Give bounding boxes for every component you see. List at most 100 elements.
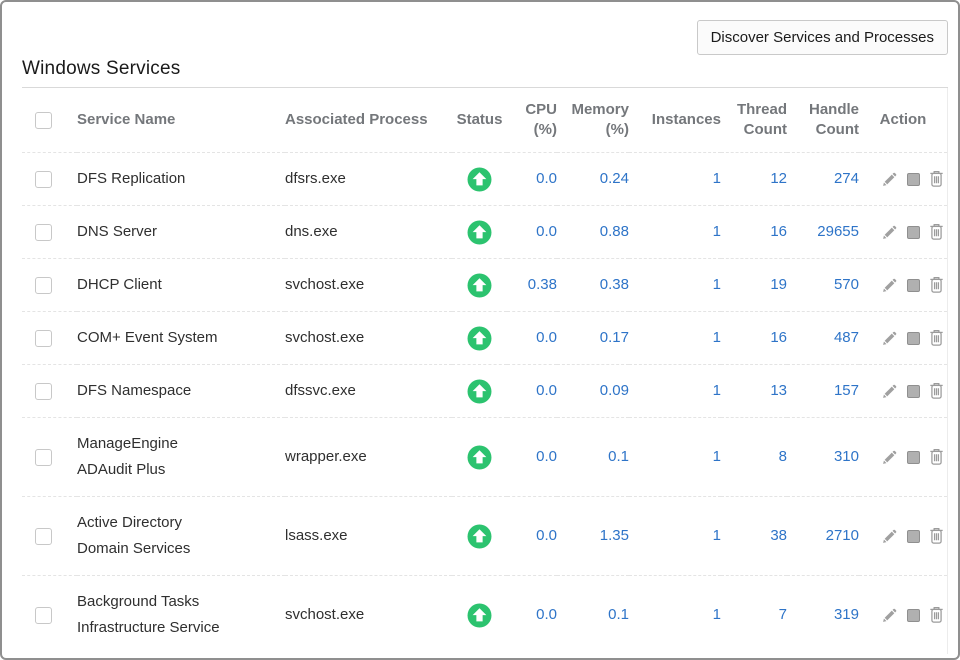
instances-cell[interactable]: 1: [629, 153, 721, 206]
cpu-cell[interactable]: 0.0: [507, 576, 557, 655]
delete-trash-icon[interactable]: [929, 223, 944, 241]
delete-trash-icon[interactable]: [929, 170, 944, 188]
handle-count-cell[interactable]: 310: [787, 418, 859, 497]
action-cell: [859, 312, 948, 365]
col-header-service-name: Service Name: [77, 88, 285, 153]
status-up-arrow-icon: [467, 603, 492, 628]
services-table: Service Name Associated Process Status C…: [22, 88, 948, 654]
discover-services-button[interactable]: Discover Services and Processes: [697, 20, 948, 55]
status-cell: [452, 418, 507, 497]
row-checkbox[interactable]: [35, 528, 52, 545]
cpu-cell[interactable]: 0.0: [507, 418, 557, 497]
cpu-cell[interactable]: 0.0: [507, 312, 557, 365]
edit-pencil-icon[interactable]: [881, 171, 898, 188]
edit-pencil-icon[interactable]: [881, 277, 898, 294]
memory-cell[interactable]: 0.88: [557, 206, 629, 259]
stop-square-icon[interactable]: [907, 385, 920, 398]
thread-count-cell[interactable]: 19: [721, 259, 787, 312]
handle-count-cell[interactable]: 487: [787, 312, 859, 365]
col-header-instances: Instances: [629, 88, 721, 153]
memory-cell[interactable]: 0.1: [557, 576, 629, 655]
service-name-cell: Background Tasks Infrastructure Service: [77, 576, 285, 655]
action-cell: [859, 497, 948, 576]
service-name-cell: COM+ Event System: [77, 312, 285, 365]
thread-count-cell[interactable]: 7: [721, 576, 787, 655]
handle-count-cell[interactable]: 29655: [787, 206, 859, 259]
cpu-cell[interactable]: 0.0: [507, 153, 557, 206]
edit-pencil-icon[interactable]: [881, 383, 898, 400]
status-cell: [452, 497, 507, 576]
thread-count-cell[interactable]: 38: [721, 497, 787, 576]
memory-cell[interactable]: 0.24: [557, 153, 629, 206]
associated-process-cell: lsass.exe: [285, 497, 452, 576]
status-up-arrow-icon: [467, 167, 492, 192]
cpu-cell[interactable]: 0.38: [507, 259, 557, 312]
row-checkbox[interactable]: [35, 330, 52, 347]
delete-trash-icon[interactable]: [929, 382, 944, 400]
memory-cell[interactable]: 1.35: [557, 497, 629, 576]
stop-square-icon[interactable]: [907, 609, 920, 622]
delete-trash-icon[interactable]: [929, 329, 944, 347]
status-cell: [452, 206, 507, 259]
handle-count-cell[interactable]: 274: [787, 153, 859, 206]
status-cell: [452, 576, 507, 655]
handle-count-cell[interactable]: 2710: [787, 497, 859, 576]
status-cell: [452, 312, 507, 365]
instances-cell[interactable]: 1: [629, 259, 721, 312]
stop-square-icon[interactable]: [907, 332, 920, 345]
thread-count-cell[interactable]: 12: [721, 153, 787, 206]
status-cell: [452, 153, 507, 206]
edit-pencil-icon[interactable]: [881, 330, 898, 347]
memory-cell[interactable]: 0.38: [557, 259, 629, 312]
service-name-cell: DFS Replication: [77, 153, 285, 206]
service-name-cell: DHCP Client: [77, 259, 285, 312]
row-checkbox[interactable]: [35, 224, 52, 241]
edit-pencil-icon[interactable]: [881, 528, 898, 545]
delete-trash-icon[interactable]: [929, 527, 944, 545]
action-cell: [859, 206, 948, 259]
memory-cell[interactable]: 0.17: [557, 312, 629, 365]
delete-trash-icon[interactable]: [929, 276, 944, 294]
stop-square-icon[interactable]: [907, 451, 920, 464]
stop-square-icon[interactable]: [907, 279, 920, 292]
edit-pencil-icon[interactable]: [881, 224, 898, 241]
table-row: DNS Server dns.exe 0.0 0.88 1 16 29655: [22, 206, 948, 259]
row-checkbox[interactable]: [35, 449, 52, 466]
col-header-handle-count: Handle Count: [787, 88, 859, 153]
status-up-arrow-icon: [467, 524, 492, 549]
edit-pencil-icon[interactable]: [881, 607, 898, 624]
edit-pencil-icon[interactable]: [881, 449, 898, 466]
instances-cell[interactable]: 1: [629, 418, 721, 497]
row-checkbox[interactable]: [35, 277, 52, 294]
instances-cell[interactable]: 1: [629, 365, 721, 418]
handle-count-cell[interactable]: 157: [787, 365, 859, 418]
thread-count-cell[interactable]: 16: [721, 312, 787, 365]
select-all-checkbox[interactable]: [35, 112, 52, 129]
row-checkbox[interactable]: [35, 607, 52, 624]
stop-square-icon[interactable]: [907, 226, 920, 239]
stop-square-icon[interactable]: [907, 530, 920, 543]
instances-cell[interactable]: 1: [629, 206, 721, 259]
cpu-cell[interactable]: 0.0: [507, 206, 557, 259]
thread-count-cell[interactable]: 8: [721, 418, 787, 497]
service-name-cell: DFS Namespace: [77, 365, 285, 418]
memory-cell[interactable]: 0.09: [557, 365, 629, 418]
row-checkbox[interactable]: [35, 383, 52, 400]
memory-cell[interactable]: 0.1: [557, 418, 629, 497]
delete-trash-icon[interactable]: [929, 448, 944, 466]
instances-cell[interactable]: 1: [629, 497, 721, 576]
row-checkbox[interactable]: [35, 171, 52, 188]
page-title: Windows Services: [22, 58, 948, 88]
instances-cell[interactable]: 1: [629, 576, 721, 655]
instances-cell[interactable]: 1: [629, 312, 721, 365]
thread-count-cell[interactable]: 16: [721, 206, 787, 259]
col-header-status: Status: [452, 88, 507, 153]
stop-square-icon[interactable]: [907, 173, 920, 186]
delete-trash-icon[interactable]: [929, 606, 944, 624]
cpu-cell[interactable]: 0.0: [507, 497, 557, 576]
handle-count-cell[interactable]: 319: [787, 576, 859, 655]
cpu-cell[interactable]: 0.0: [507, 365, 557, 418]
thread-count-cell[interactable]: 13: [721, 365, 787, 418]
handle-count-cell[interactable]: 570: [787, 259, 859, 312]
toolbar: Discover Services and Processes: [22, 20, 948, 55]
